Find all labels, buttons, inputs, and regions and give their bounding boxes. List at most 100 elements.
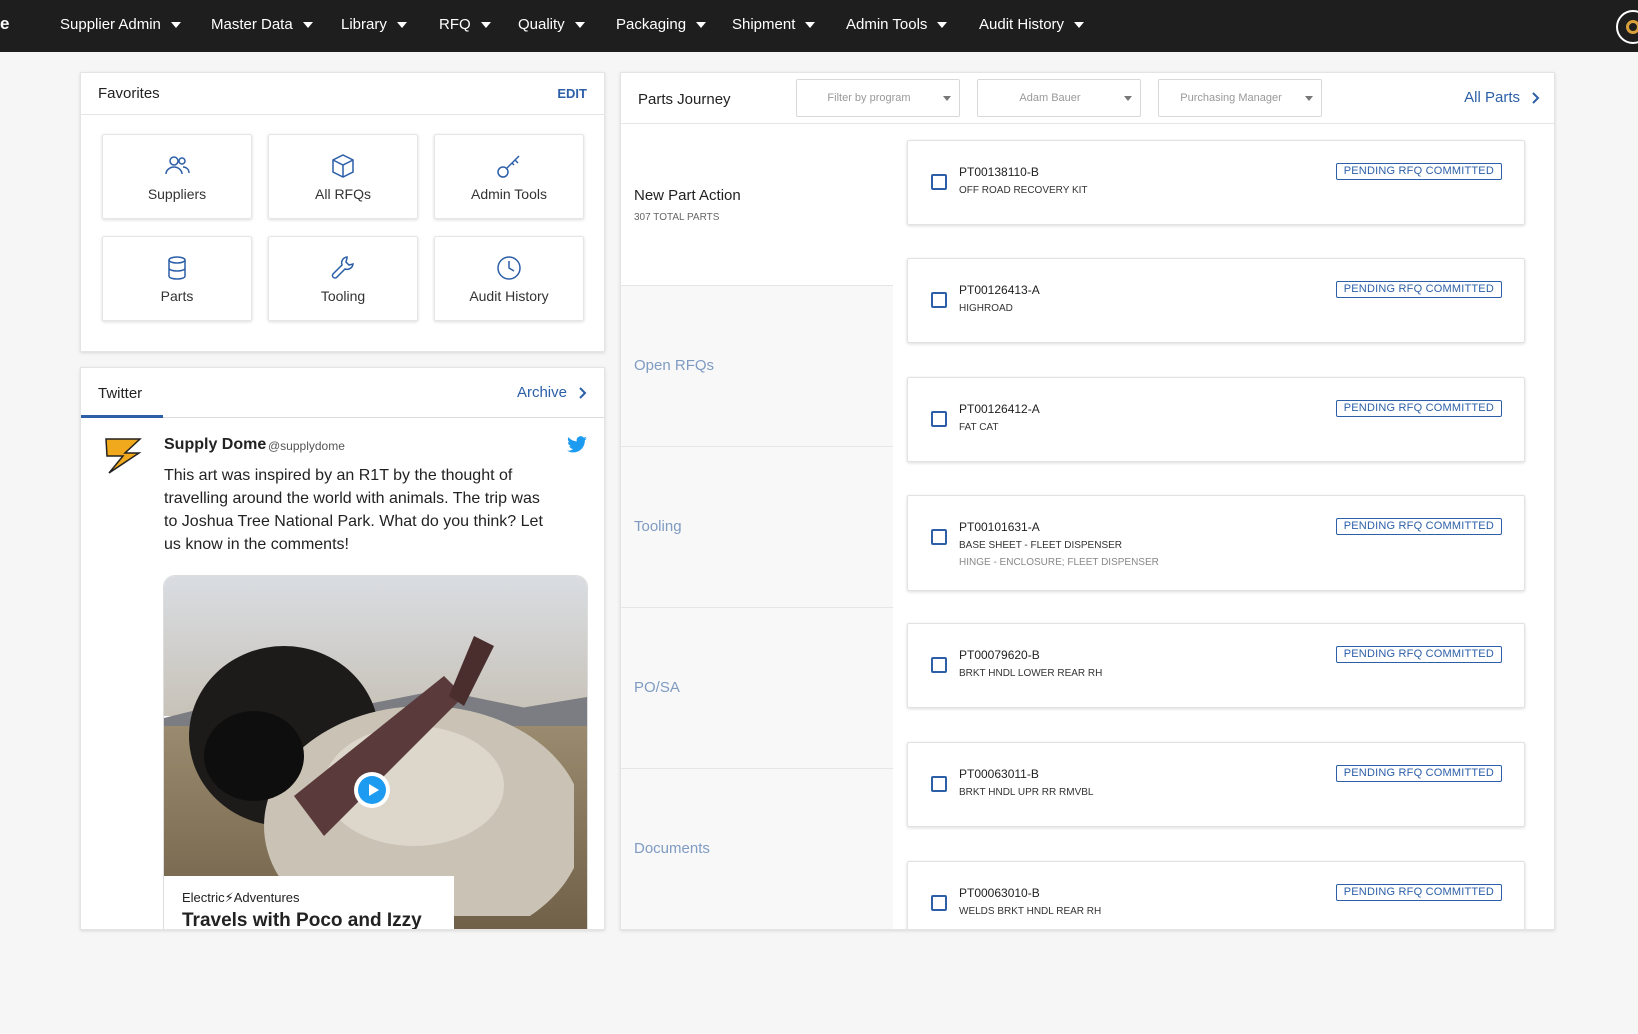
favorite-tile-admin-tools[interactable]: Admin Tools [434, 134, 584, 219]
favorite-tile-all-rfqs[interactable]: All RFQs [268, 134, 418, 219]
nav-label: Shipment [732, 16, 796, 33]
nav-label: RFQ [439, 16, 471, 33]
part-card[interactable]: PT00101631-A BASE SHEET - FLEET DISPENSE… [907, 495, 1525, 591]
caret-down-icon [1074, 21, 1085, 28]
part-checkbox[interactable] [931, 776, 947, 792]
tweet-author-name[interactable]: Supply Dome [164, 436, 266, 454]
clock-icon [497, 255, 521, 280]
avatar-eye-icon [1626, 20, 1638, 34]
favorites-edit-button[interactable]: EDIT [557, 86, 587, 101]
part-checkbox[interactable] [931, 411, 947, 427]
part-id: PT00063011-B [959, 767, 1039, 781]
part-description: BRKT HNDL UPR RR RMVBL [959, 787, 1094, 798]
part-card[interactable]: PT00063010-B WELDS BRKT HNDL REAR RH PEN… [907, 861, 1525, 929]
nav-audit-history[interactable]: Audit History [979, 16, 1085, 33]
stage-tooling[interactable]: Tooling [621, 446, 893, 607]
chevron-right-icon [579, 386, 587, 399]
nav-label: Admin Tools [846, 16, 928, 33]
caret-down-icon [1305, 96, 1313, 101]
status-badge: PENDING RFQ COMMITTED [1335, 518, 1502, 535]
favorite-tile-audit-history[interactable]: Audit History [434, 236, 584, 321]
part-description: BRKT HNDL LOWER REAR RH [959, 668, 1103, 679]
nav-supplier-admin[interactable]: Supplier Admin [60, 16, 181, 33]
stage-open-rfqs[interactable]: Open RFQs [621, 285, 893, 446]
part-checkbox[interactable] [931, 895, 947, 911]
stage-count: 307 TOTAL PARTS [634, 212, 720, 223]
favorites-header: Favorites EDIT [81, 73, 604, 115]
part-checkbox[interactable] [931, 174, 947, 190]
media-caption-title: Travels with Poco and Izzy [182, 910, 422, 930]
status-badge: PENDING RFQ COMMITTED [1335, 400, 1502, 417]
tweet-text: This art was inspired by an R1T by the t… [164, 467, 543, 553]
caret-down-icon [805, 21, 816, 28]
part-card[interactable]: PT00063011-B BRKT HNDL UPR RR RMVBL PEND… [907, 742, 1525, 827]
caret-down-icon [1124, 96, 1132, 101]
favorites-card: Favorites EDIT Suppliers All RFQs Admin … [80, 72, 605, 352]
stage-name: PO/SA [634, 679, 680, 696]
user-avatar[interactable] [1616, 10, 1638, 44]
tile-label: Tooling [320, 287, 366, 304]
part-checkbox[interactable] [931, 529, 947, 545]
twitter-header: Twitter Archive [81, 368, 604, 418]
tweet-author-handle[interactable]: @supplydome [268, 439, 345, 453]
supply-dome-logo [105, 438, 142, 474]
stage-new-part-action[interactable]: New Part Action 307 TOTAL PARTS [621, 124, 893, 285]
archive-label: Archive [516, 384, 567, 401]
stage-name: New Part Action [634, 187, 741, 204]
tile-label: All RFQs [315, 185, 371, 202]
part-id: PT00079620-B [959, 648, 1040, 662]
status-badge: PENDING RFQ COMMITTED [1335, 884, 1502, 901]
twitter-bird-icon[interactable] [566, 436, 588, 454]
nav-shipment[interactable]: Shipment [732, 16, 816, 33]
favorite-tile-tooling[interactable]: Tooling [268, 236, 418, 321]
part-id: PT00101631-A [959, 520, 1040, 534]
favorite-tile-parts[interactable]: Parts [102, 236, 252, 321]
nav-label: Packaging [616, 16, 687, 33]
stage-po-sa[interactable]: PO/SA [621, 607, 893, 768]
part-description: BASE SHEET - FLEET DISPENSER [959, 540, 1123, 551]
part-checkbox[interactable] [931, 657, 947, 673]
top-navigation-bar: e Supplier Admin Master Data Library RFQ… [0, 0, 1638, 52]
active-tab-indicator [81, 415, 163, 418]
nav-rfq[interactable]: RFQ [439, 16, 491, 33]
twitter-archive-link[interactable]: Archive [517, 384, 587, 401]
caret-down-icon [302, 21, 313, 28]
part-id: PT00126413-A [959, 283, 1040, 297]
stage-name: Documents [634, 840, 710, 857]
part-checkbox[interactable] [931, 292, 947, 308]
all-parts-link[interactable]: All Parts [1464, 89, 1540, 106]
box-icon [332, 153, 354, 178]
part-card[interactable]: PT00126412-A FAT CAT PENDING RFQ COMMITT… [907, 377, 1525, 462]
parts-journey-header: Parts Journey Filter by program Adam Bau… [621, 73, 1554, 124]
part-secondary-description: HINGE - ENCLOSURE; FLEET DISPENSER [959, 557, 1159, 568]
caret-down-icon [696, 21, 707, 28]
media-caption: Electric⚡Adventures Travels with Poco an… [164, 876, 454, 930]
tile-label: Audit History [469, 287, 549, 304]
status-badge: PENDING RFQ COMMITTED [1335, 765, 1502, 782]
nav-packaging[interactable]: Packaging [616, 16, 707, 33]
part-card[interactable]: PT00138110-B OFF ROAD RECOVERY KIT PENDI… [907, 140, 1525, 225]
part-card[interactable]: PT00079620-B BRKT HNDL LOWER REAR RH PEN… [907, 623, 1525, 708]
nav-label: Audit History [979, 16, 1065, 33]
role-filter-select[interactable]: Purchasing Manager [1158, 79, 1322, 117]
caret-down-icon [170, 21, 181, 28]
caret-down-icon [937, 21, 948, 28]
tile-label: Admin Tools [470, 185, 547, 202]
stage-documents[interactable]: Documents [621, 768, 893, 929]
program-filter-select[interactable]: Filter by program [796, 79, 960, 117]
twitter-tab[interactable]: Twitter [98, 385, 142, 402]
part-card[interactable]: PT00126413-A HIGHROAD PENDING RFQ COMMIT… [907, 258, 1525, 343]
nav-quality[interactable]: Quality [518, 16, 585, 33]
nav-library[interactable]: Library [341, 16, 407, 33]
nav-label: Library [341, 16, 387, 33]
tweet-media[interactable]: Electric⚡Adventures Travels with Poco an… [163, 575, 588, 930]
part-description: WELDS BRKT HNDL REAR RH [959, 906, 1102, 917]
status-badge: PENDING RFQ COMMITTED [1335, 646, 1502, 663]
wrench-icon [331, 255, 354, 279]
favorite-tile-suppliers[interactable]: Suppliers [102, 134, 252, 219]
user-filter-select[interactable]: Adam Bauer [977, 79, 1141, 117]
nav-master-data[interactable]: Master Data [211, 16, 313, 33]
video-play-button[interactable] [354, 772, 390, 808]
nav-label: Master Data [211, 16, 293, 33]
nav-admin-tools[interactable]: Admin Tools [846, 16, 948, 33]
